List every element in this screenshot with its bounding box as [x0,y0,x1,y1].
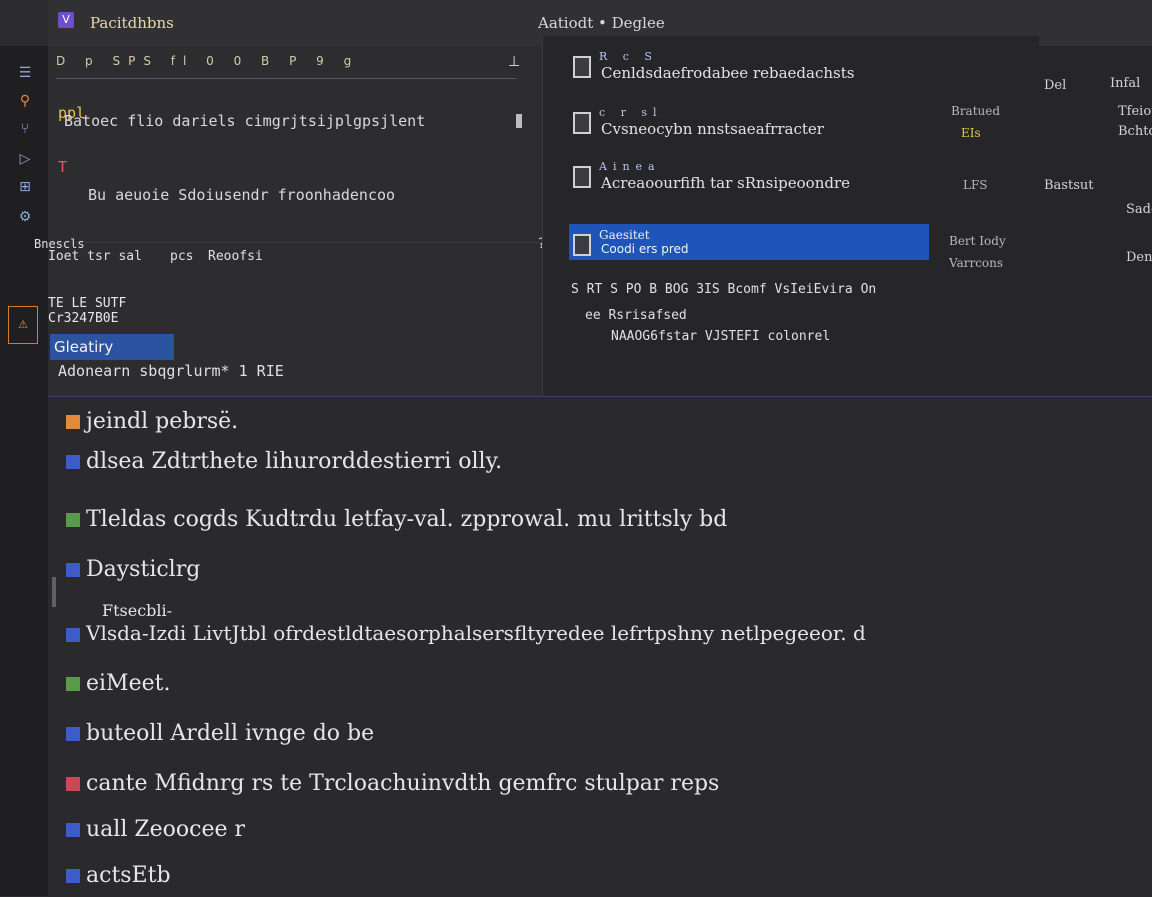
app-title: Pacitdhbns [90,14,174,32]
prop-label: Tfeiot [1118,104,1152,119]
terminal-line: eiMeet. [86,671,171,696]
explorer-panel: R c S Cenldsdaefrodabee rebaedachsts c r… [542,36,1039,396]
hint-line: Adonearn sbqgrlurm* 1 RIE [58,362,284,380]
bullet-icon [66,627,80,642]
editor-scroll-thumb[interactable] [516,114,522,128]
file-item[interactable]: c r sl Cvsneocybn nnstsaeafrracter [569,102,929,140]
bullet-icon [66,455,80,469]
terminal-line: Vlsda-Izdi LivtJtbl ofrdestldtaesorphals… [86,621,866,645]
bullet-icon [66,563,80,577]
bullet-icon [66,727,80,741]
editor-line[interactable]: Bu aeuoie Sdoiusendr froonhadencoo [88,186,395,204]
selected-chip[interactable]: Gleatiry [50,334,174,360]
terminal-line: Tleldas cogds Kudtrdu letfay-val. zpprow… [86,507,728,532]
stat-label: EIs [961,126,981,140]
terminal-sublabel: Ftsecbli- [102,601,173,620]
breadcrumb-item[interactable]: pcs [170,249,193,264]
prop-label: Dent [1126,250,1152,265]
file-item-selected[interactable]: Gaesitet Coodi ers pred [569,224,929,260]
file-icon [573,56,591,78]
file-icon [573,166,591,188]
prop-label: Sadc [1126,202,1152,217]
activity-bar: ☰ ⚲ ⑂ ▷ ⊞ ⚙ ⚠ [0,46,49,896]
file-icon [573,234,591,256]
file-item[interactable]: Ainea Acreaoourfifh tar sRnsipeoondre [569,156,929,194]
terminal-line: buteoll Ardell ivnge do be [86,721,375,746]
stat-label: Bert Iody [949,234,1006,248]
properties-panel: Del Infal Bastsut Tfeiot Bchtot Sadc Den… [1038,46,1152,396]
stat-label: Varrcons [949,256,1004,270]
breadcrumb-item[interactable]: Reoofsi [208,249,263,264]
terminal-line: cante Mfidnrg rs te Trcloachuinvdth gemf… [86,771,720,796]
prop-label: Bchtot [1118,124,1152,139]
editor-pane[interactable]: D p SPS fl 0 0 B P 9 g ⊥ ppl Batoec flio… [34,46,545,396]
extensions-icon[interactable]: ⊞ [14,178,36,196]
source-control-icon[interactable]: ⑂ [14,120,36,138]
explorer-icon[interactable]: ☰ [14,64,36,82]
status-line: Cr3247B0E [48,311,119,326]
tree-list: ee Rsrisafsed NAAOG6fstar VJSTEFI colonr… [571,308,830,344]
bullet-icon [66,677,80,691]
editor-ruler: D p SPS fl 0 0 B P 9 g [56,54,516,79]
debug-icon[interactable]: ▷ [14,150,36,168]
line-prefix: T [58,158,68,176]
stat-label: LFS [963,178,988,192]
bullet-icon [66,415,80,429]
warning-icon[interactable]: ⚠ [8,306,38,344]
bullet-icon [66,777,80,791]
window-title: Aatiodt • Deglee [538,14,665,32]
terminal-scrollbar[interactable] [52,577,56,607]
tree-item[interactable]: NAAOG6fstar VJSTEFI colonrel [611,329,830,344]
prop-label: Del [1044,78,1067,93]
terminal-line: Daysticlrg [86,557,201,582]
stat-label: Bratued [951,104,1001,118]
settings-icon[interactable]: ⚙ [14,208,36,226]
file-icon [573,112,591,134]
bullet-icon [66,869,80,883]
status-line: TE LE SUTF [48,296,127,311]
pin-icon[interactable]: ⊥ [508,54,520,70]
breadcrumb-item[interactable]: Ioet tsr sal [48,249,142,264]
prop-label: Infal [1110,76,1141,91]
prop-label: Bastsut [1044,178,1094,193]
terminal-line: dlsea Zdtrthete lihurorddestierri olly. [86,449,503,474]
terminal-line: jeindl pebrsë. [86,409,239,434]
search-icon[interactable]: ⚲ [14,92,36,110]
bullet-icon [66,513,80,527]
bullet-icon [66,823,80,837]
status-block: TE LE SUTF Cr3247B0E [48,296,248,326]
file-item[interactable]: R c S Cenldsdaefrodabee rebaedachsts [569,46,929,84]
breadcrumb: Bnescls Ioet tsr sal pcs Reoofsi [34,237,542,267]
tree-item[interactable]: ee Rsrisafsed [585,308,830,323]
app-logo-icon: V [58,12,74,28]
terminal-line: uall Zeoocee r [86,817,246,842]
editor-line[interactable]: Batoec flio dariels cimgrjtsijplgpsjlent [64,112,425,130]
terminal-line: actsEtb [86,863,171,888]
explorer-toolbar[interactable]: S RT S PO B BOG 3IS Bcomf VsIeiEvira On [571,282,1031,297]
terminal-panel[interactable]: jeindl pebrsë. dlsea Zdtrthete lihurordd… [48,396,1152,897]
